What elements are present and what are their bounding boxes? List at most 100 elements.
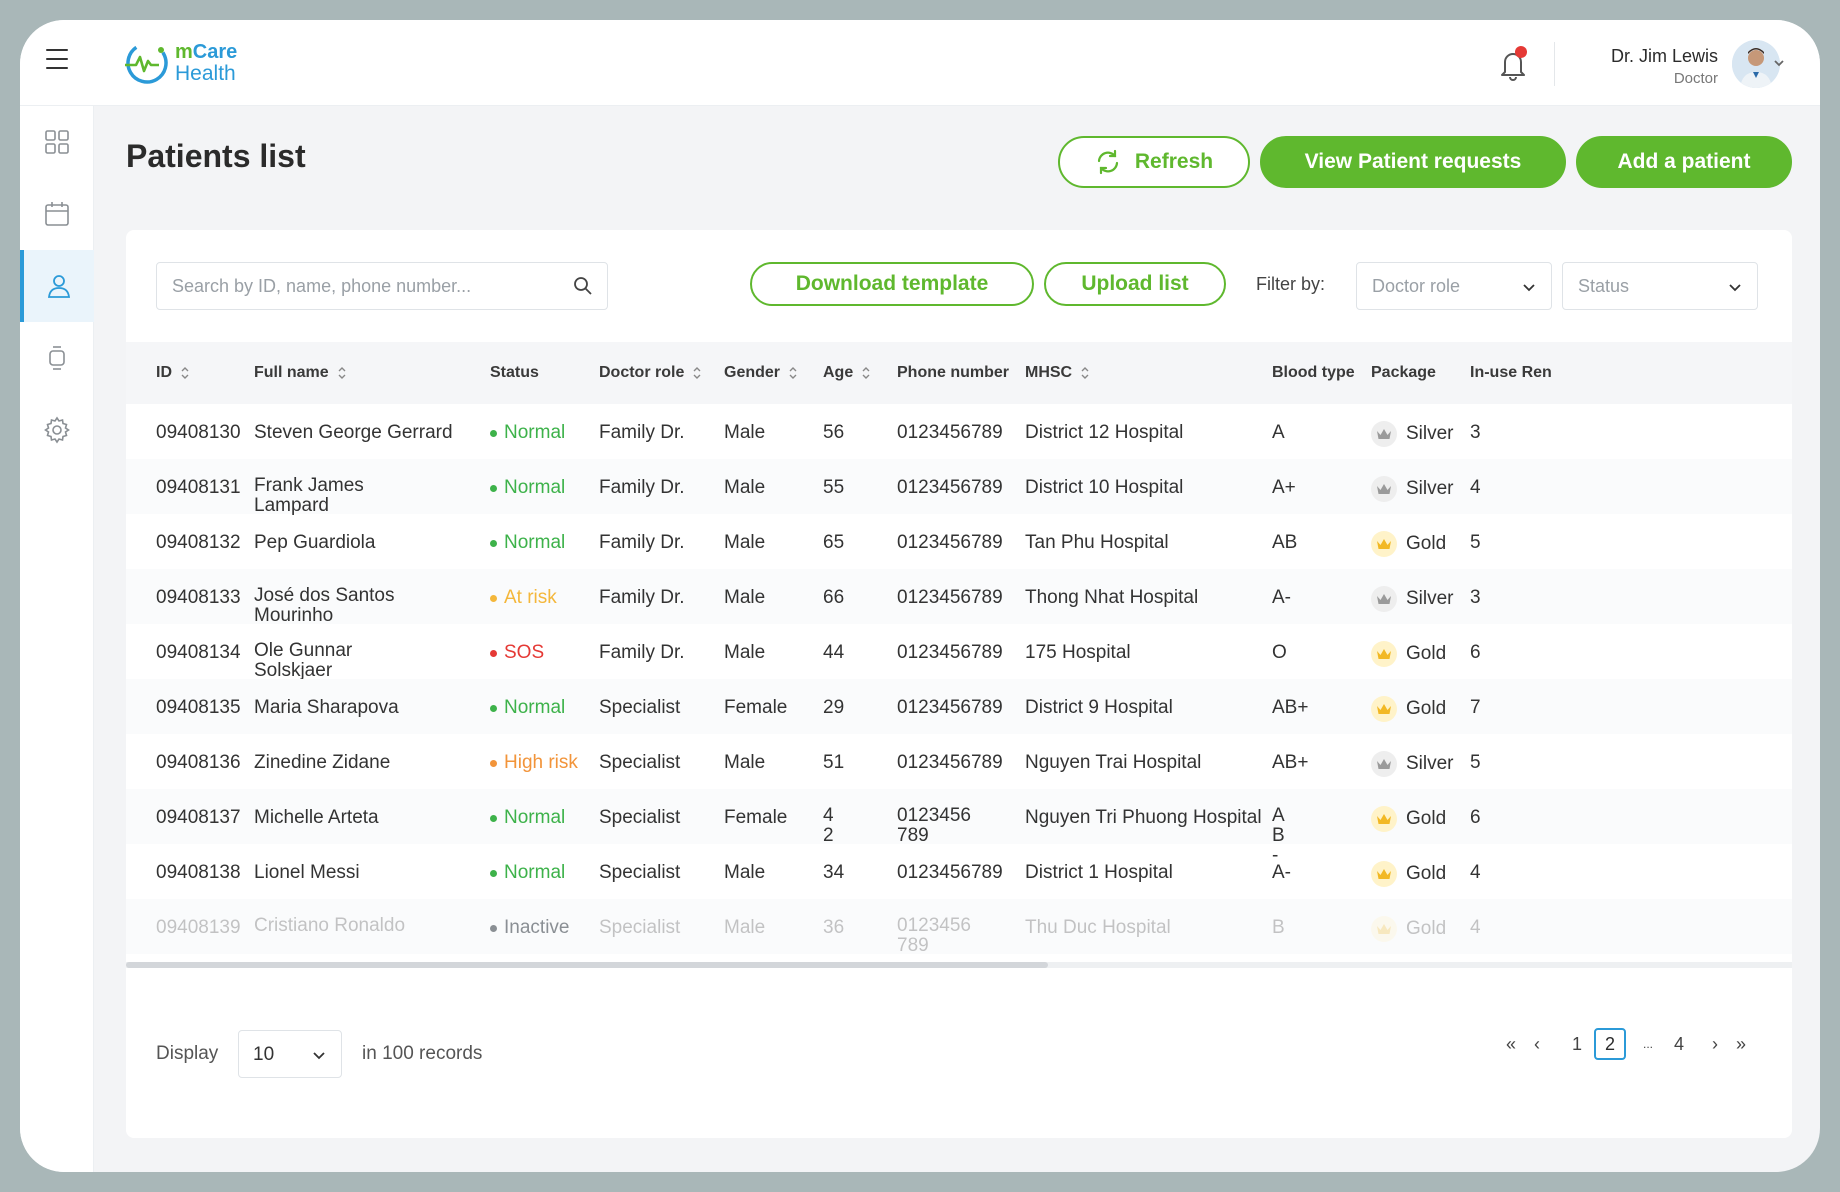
cell-in-use: 5 — [1470, 752, 1481, 773]
search-input[interactable]: Search by ID, name, phone number... — [156, 262, 608, 310]
view-patient-requests-button[interactable]: View Patient requests — [1260, 136, 1566, 188]
crown-icon — [1371, 751, 1397, 777]
sidebar-item-calendar[interactable] — [20, 178, 94, 250]
grid-icon — [45, 130, 69, 154]
column-header-full-name[interactable]: Full name — [254, 342, 347, 404]
cell-blood-type: AB+ — [1272, 752, 1309, 773]
search-placeholder: Search by ID, name, phone number... — [172, 276, 472, 296]
package-label: Gold — [1406, 643, 1447, 664]
cell-gender: Male — [724, 917, 766, 938]
column-header-gender[interactable]: Gender — [724, 342, 798, 404]
sort-icon[interactable] — [788, 365, 798, 381]
sidebar-item-settings[interactable] — [20, 394, 94, 466]
page-size-select[interactable]: 10 — [238, 1030, 342, 1078]
cell-mhsc: District 12 Hospital — [1025, 422, 1184, 443]
last-page-button[interactable]: » — [1730, 1028, 1752, 1060]
gear-icon — [44, 416, 70, 444]
sidebar-item-patients[interactable] — [20, 250, 94, 322]
download-template-button[interactable]: Download template — [750, 262, 1034, 306]
next-page-button[interactable]: › — [1704, 1028, 1726, 1060]
horizontal-scrollbar[interactable] — [126, 962, 1792, 968]
sidebar-item-dashboard[interactable] — [20, 106, 94, 178]
refresh-button[interactable]: Refresh — [1058, 136, 1250, 188]
page-size-value: 10 — [253, 1044, 275, 1065]
page-2-button[interactable]: 2 — [1594, 1028, 1626, 1060]
chevron-down-icon[interactable] — [1772, 56, 1786, 70]
logo-icon — [125, 42, 168, 84]
status-label: High risk — [504, 752, 578, 773]
table-row[interactable]: 09408130 Steven George Gerrard Normal Famil… — [126, 404, 1792, 459]
page-1-button[interactable]: 1 — [1566, 1028, 1588, 1060]
column-header-doctor-role[interactable]: Doctor role — [599, 342, 702, 404]
upload-list-button[interactable]: Upload list — [1044, 262, 1226, 306]
add-patient-button[interactable]: Add a patient — [1576, 136, 1792, 188]
cell-package: Silver — [1371, 751, 1454, 777]
cell-in-use: 6 — [1470, 642, 1481, 663]
status-select[interactable]: Status — [1562, 262, 1758, 310]
topbar-divider — [1554, 42, 1555, 86]
table-row[interactable]: 09408131 Frank James Lampard Normal Family … — [126, 459, 1792, 516]
cell-package: Gold — [1371, 531, 1446, 557]
column-header-label: Doctor role — [599, 364, 685, 381]
status-dot — [490, 704, 497, 712]
cell-gender: Male — [724, 752, 766, 773]
cell-gender: Male — [724, 477, 766, 498]
status-label: At risk — [504, 587, 557, 608]
cell-doctor-role: Family Dr. — [599, 587, 685, 608]
sidebar-item-devices[interactable] — [20, 322, 94, 394]
cell-mhsc: District 9 Hospital — [1025, 697, 1173, 718]
cell-package: Gold — [1371, 861, 1446, 887]
package-label: Gold — [1406, 808, 1447, 829]
cell-full-name: Michelle Arteta — [254, 807, 379, 828]
cell-phone: 0123456789 — [897, 862, 1003, 883]
page-4-button[interactable]: 4 — [1668, 1028, 1690, 1060]
cell-mhsc: District 1 Hospital — [1025, 862, 1173, 883]
table-row[interactable]: 09408136 Zinedine Zidane High risk Speciali… — [126, 734, 1792, 789]
cell-phone: 0123456789 — [897, 697, 1003, 718]
sort-icon[interactable] — [861, 365, 871, 381]
table-row[interactable]: 09408135 Maria Sharapova Normal Specialist F… — [126, 679, 1792, 734]
cell-doctor-role: Specialist — [599, 752, 681, 773]
doctor-role-select[interactable]: Doctor role — [1356, 262, 1552, 310]
table-row[interactable]: 09408134 Ole Gunnar Solskjaer SOS Family Dr… — [126, 624, 1792, 681]
user-name: Dr. Jim Lewis — [1610, 46, 1718, 66]
cell-doctor-role: Family Dr. — [599, 532, 685, 553]
sort-icon[interactable] — [337, 365, 347, 381]
column-header-label: MHSC — [1025, 364, 1073, 381]
column-header-label: Package — [1371, 364, 1436, 381]
cell-id: 09408139 — [156, 917, 241, 938]
column-header-id[interactable]: ID — [156, 342, 190, 404]
status-dot — [490, 594, 497, 602]
table-row[interactable]: 09408138 Lionel Messi Normal Specialist Male… — [126, 844, 1792, 899]
user-profile[interactable]: Dr. Jim Lewis Doctor — [1580, 38, 1780, 88]
chevron-down-icon — [1729, 284, 1741, 292]
first-page-button[interactable]: « — [1500, 1028, 1522, 1060]
patients-card: Search by ID, name, phone number... Down… — [126, 230, 1792, 1138]
menu-icon[interactable] — [46, 49, 68, 69]
notification-bell-icon[interactable] — [1496, 44, 1530, 82]
table-row[interactable]: 09408139 Cristiano Ronaldo Inactive Special… — [126, 899, 1792, 956]
crown-icon — [1371, 531, 1397, 557]
prev-page-button[interactable]: ‹ — [1526, 1028, 1548, 1060]
scrollbar-thumb[interactable] — [126, 962, 1048, 968]
sort-icon[interactable] — [692, 365, 702, 381]
table-row[interactable]: 09408137 Michelle Arteta Normal Specialist F… — [126, 789, 1792, 866]
cell-status: Normal — [490, 421, 565, 445]
user-icon — [47, 275, 71, 298]
cell-blood-type: A+ — [1272, 477, 1296, 498]
status-label: Normal — [504, 862, 566, 883]
cell-in-use: 3 — [1470, 422, 1481, 443]
column-header-age[interactable]: Age — [823, 342, 871, 404]
column-header-mhsc[interactable]: MHSC — [1025, 342, 1090, 404]
cell-package: Gold — [1371, 806, 1446, 832]
column-header-package: Package — [1371, 342, 1436, 404]
logo[interactable]: mCare Health — [123, 38, 237, 88]
table-row[interactable]: 09408132 Pep Guardiola Normal Family Dr. Mal… — [126, 514, 1792, 569]
column-header-label: In-use Ren — [1470, 364, 1552, 381]
cell-phone: 0123456789 — [897, 642, 1003, 663]
search-icon[interactable] — [573, 276, 593, 296]
sort-icon[interactable] — [1080, 365, 1090, 381]
table-row[interactable]: 09408133 José dos Santos Mourinho At risk F… — [126, 569, 1792, 626]
cell-blood-type: O — [1272, 642, 1287, 663]
sort-icon[interactable] — [180, 365, 190, 381]
